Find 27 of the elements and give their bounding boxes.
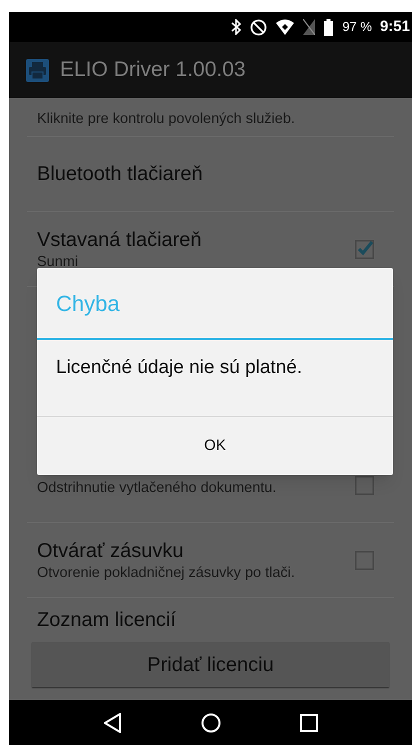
setting-summary: Sunmi [37,252,80,270]
dialog-title: Chyba [56,290,120,318]
category-title: Zoznam licencií [37,608,176,632]
setting-summary: Odstrihnutie vytlačeného dokumentu. [37,479,276,497]
checkbox[interactable] [355,476,374,494]
add-license-button[interactable]: Pridať licenciu [32,642,389,687]
bluetooth-icon [231,19,242,35]
setting-title: Otvárať zásuvku [37,538,184,562]
dialog-message: Licenčné údaje nie sú platné. [56,357,302,378]
do-not-disturb-icon [250,18,268,36]
setting-row[interactable]: Bluetooth tlačiareň [27,137,394,212]
setting-summary: Kliknite pre kontrolu povolených služieb. [37,110,295,129]
ok-button[interactable]: OK [37,417,393,475]
checkbox[interactable] [355,550,374,570]
app-title: ELIO Driver 1.00.03 [60,57,246,84]
setting-title: Vstavaná tlačiareň [37,228,202,252]
battery-icon [324,18,334,36]
checkbox[interactable] [355,240,374,258]
wifi-icon [276,19,294,35]
home-icon[interactable] [200,712,220,732]
recent-apps-icon[interactable] [300,714,318,732]
back-icon[interactable] [104,712,122,732]
clock: 9:51 [380,16,410,37]
printer-icon [26,58,49,82]
no-sim-icon [303,19,316,35]
battery-percentage: 97 % [342,18,372,36]
setting-summary: Otvorenie pokladničnej zásuvky po tlači. [37,564,295,582]
